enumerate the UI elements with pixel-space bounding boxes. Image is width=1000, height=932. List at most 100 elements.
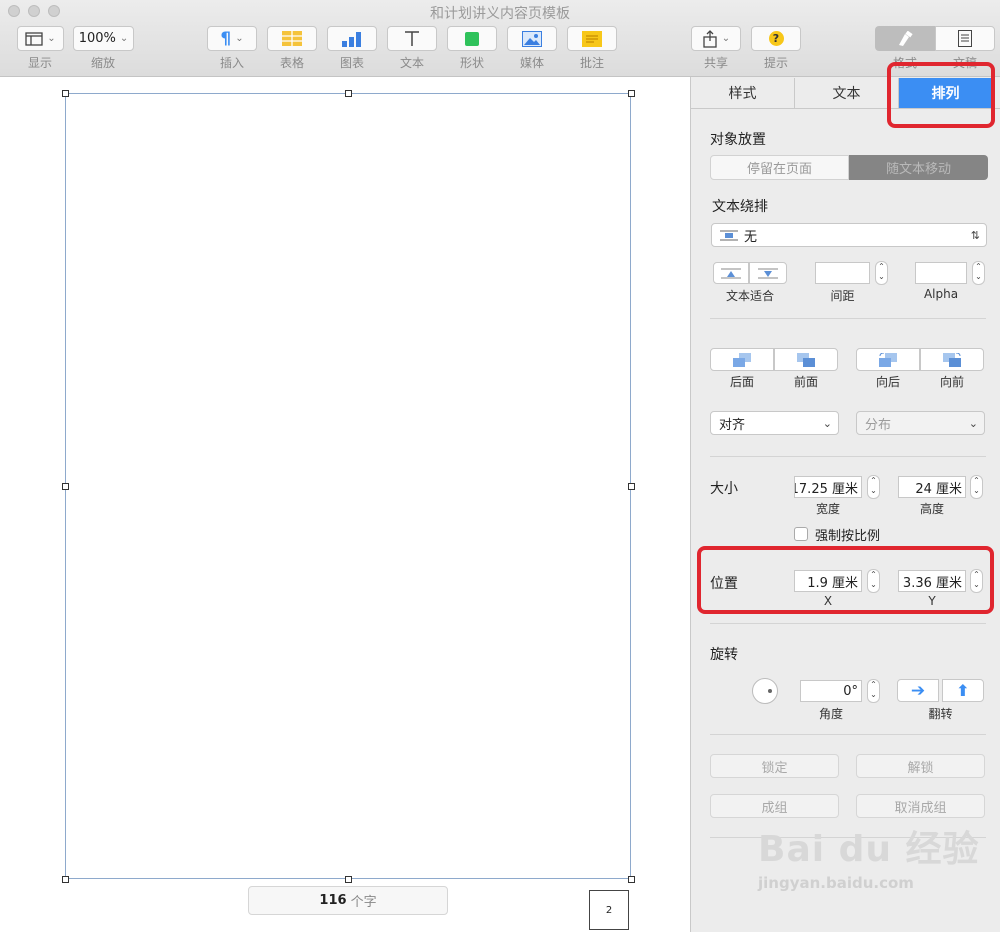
- table-icon: [282, 31, 302, 46]
- resize-handle-right[interactable]: [628, 483, 635, 490]
- comment-button[interactable]: [567, 26, 617, 51]
- text-t-icon: [405, 31, 419, 46]
- zoom-value: 100%: [78, 31, 116, 46]
- page-number: 2: [605, 904, 613, 916]
- wrap-spacing-stepper[interactable]: ⌃ ⌄: [875, 261, 888, 285]
- media-button[interactable]: [507, 26, 557, 51]
- bring-forward-icon: [943, 352, 961, 367]
- format-inspector-button[interactable]: [875, 26, 935, 51]
- align-select[interactable]: 对齐 ⌄: [710, 411, 839, 435]
- bring-forward-button[interactable]: [920, 348, 984, 371]
- chevron-down-icon: ⌄: [968, 416, 978, 430]
- stay-on-page-option[interactable]: 停留在页面: [710, 155, 849, 180]
- tips-button[interactable]: ?: [751, 26, 801, 51]
- bring-to-front-icon: [797, 352, 815, 367]
- alpha-label: Alpha: [923, 287, 959, 301]
- send-backward-button[interactable]: [856, 348, 920, 371]
- flip-label: 翻转: [928, 707, 953, 721]
- question-icon: ?: [768, 31, 784, 46]
- angle-input[interactable]: 0°: [800, 680, 862, 702]
- resize-handle-top-right[interactable]: [628, 90, 635, 97]
- wrap-tight-icon: [721, 268, 741, 279]
- resize-handle-bottom[interactable]: [345, 876, 352, 883]
- text-label: 文本: [399, 56, 424, 70]
- text-wrap-select[interactable]: 无 ⇅: [711, 223, 987, 247]
- ungroup-button[interactable]: 取消成组: [856, 794, 985, 818]
- word-count-value: 116: [319, 893, 347, 908]
- lock-button[interactable]: 锁定: [710, 754, 839, 778]
- wrap-none-icon: [720, 230, 738, 241]
- shape-button[interactable]: [447, 26, 497, 51]
- up-down-chevron-icon: ⇅: [970, 228, 980, 242]
- document-inspector-button[interactable]: [935, 26, 995, 51]
- zoom-select[interactable]: 100% ⌄: [73, 26, 134, 51]
- move-with-text-option[interactable]: 随文本移动: [849, 155, 988, 180]
- alpha-input[interactable]: [915, 262, 967, 284]
- share-label: 共享: [703, 56, 728, 70]
- watermark-brand: Bai du 经验: [758, 829, 980, 870]
- text-fit-wrap-right-button[interactable]: [749, 262, 787, 284]
- page-thumbnail[interactable]: 2: [589, 890, 629, 930]
- distribute-select[interactable]: 分布 ⌄: [856, 411, 985, 435]
- send-to-back-button[interactable]: [710, 348, 774, 371]
- view-label: 显示: [27, 56, 52, 70]
- rotation-dial[interactable]: [752, 678, 778, 704]
- flip-horizontal-button[interactable]: ➔: [897, 679, 939, 702]
- resize-handle-top[interactable]: [345, 90, 352, 97]
- forward-label: 向前: [939, 375, 964, 389]
- resize-handle-bottom-left[interactable]: [62, 876, 69, 883]
- text-wrap-value: 无: [744, 229, 758, 245]
- width-stepper[interactable]: ⌃ ⌄: [867, 475, 880, 499]
- height-label: 高度: [919, 502, 944, 516]
- angle-stepper[interactable]: ⌃ ⌄: [867, 679, 880, 703]
- highlight-arrange-tab: [887, 62, 995, 128]
- constrain-proportions-checkbox[interactable]: [794, 527, 808, 541]
- square-shape-icon: [465, 31, 479, 46]
- bar-chart-icon: [342, 31, 361, 47]
- section-divider: [710, 623, 986, 624]
- comment-label: 批注: [579, 56, 604, 70]
- align-label: 对齐: [719, 417, 746, 433]
- group-button[interactable]: 成组: [710, 794, 839, 818]
- width-label: 宽度: [815, 502, 840, 516]
- insert-button[interactable]: ¶ ⌄: [207, 26, 257, 51]
- height-input[interactable]: 24 厘米: [898, 476, 966, 498]
- resize-handle-top-left[interactable]: [62, 90, 69, 97]
- insert-label: 插入: [219, 56, 244, 70]
- comment-note-icon: [582, 30, 602, 47]
- tab-style[interactable]: 样式: [691, 78, 795, 108]
- text-box-button[interactable]: [387, 26, 437, 51]
- share-button[interactable]: ⌄: [691, 26, 741, 51]
- back-label: 后面: [729, 375, 754, 389]
- angle-label: 角度: [818, 707, 843, 721]
- pilcrow-icon: ¶: [220, 28, 232, 49]
- resize-handle-bottom-right[interactable]: [628, 876, 635, 883]
- chart-button[interactable]: [327, 26, 377, 51]
- word-count-unit: 个字: [350, 895, 377, 910]
- unlock-button[interactable]: 解锁: [856, 754, 985, 778]
- wrap-spacing-input[interactable]: [815, 262, 870, 284]
- wrap-box-icon: [758, 268, 778, 279]
- flip-vertical-button[interactable]: ⬆: [942, 679, 984, 702]
- document-icon: [958, 30, 972, 47]
- alpha-stepper[interactable]: ⌃ ⌄: [972, 261, 985, 285]
- width-input[interactable]: 17.25 厘米: [794, 476, 862, 498]
- selected-page-object[interactable]: [65, 93, 631, 879]
- text-fit-label: 文本适合: [725, 289, 774, 303]
- object-placement-title: 对象放置: [710, 132, 766, 148]
- bring-to-front-button[interactable]: [774, 348, 838, 371]
- view-button[interactable]: ⌄: [17, 26, 64, 51]
- height-stepper[interactable]: ⌃ ⌄: [970, 475, 983, 499]
- tab-text[interactable]: 文本: [795, 78, 899, 108]
- word-count-indicator[interactable]: 116 个字: [248, 886, 448, 915]
- table-button[interactable]: [267, 26, 317, 51]
- text-fit-wrap-left-button[interactable]: [713, 262, 749, 284]
- arrow-up-icon: ⬆: [956, 681, 970, 700]
- shape-label: 形状: [459, 56, 484, 70]
- watermark-url: jingyan.baidu.com: [758, 874, 914, 892]
- chevron-down-icon: ⌄: [47, 33, 56, 44]
- table-label: 表格: [279, 56, 304, 70]
- resize-handle-left[interactable]: [62, 483, 69, 490]
- text-wrap-title: 文本绕排: [712, 199, 768, 215]
- spacing-label: 间距: [830, 289, 855, 303]
